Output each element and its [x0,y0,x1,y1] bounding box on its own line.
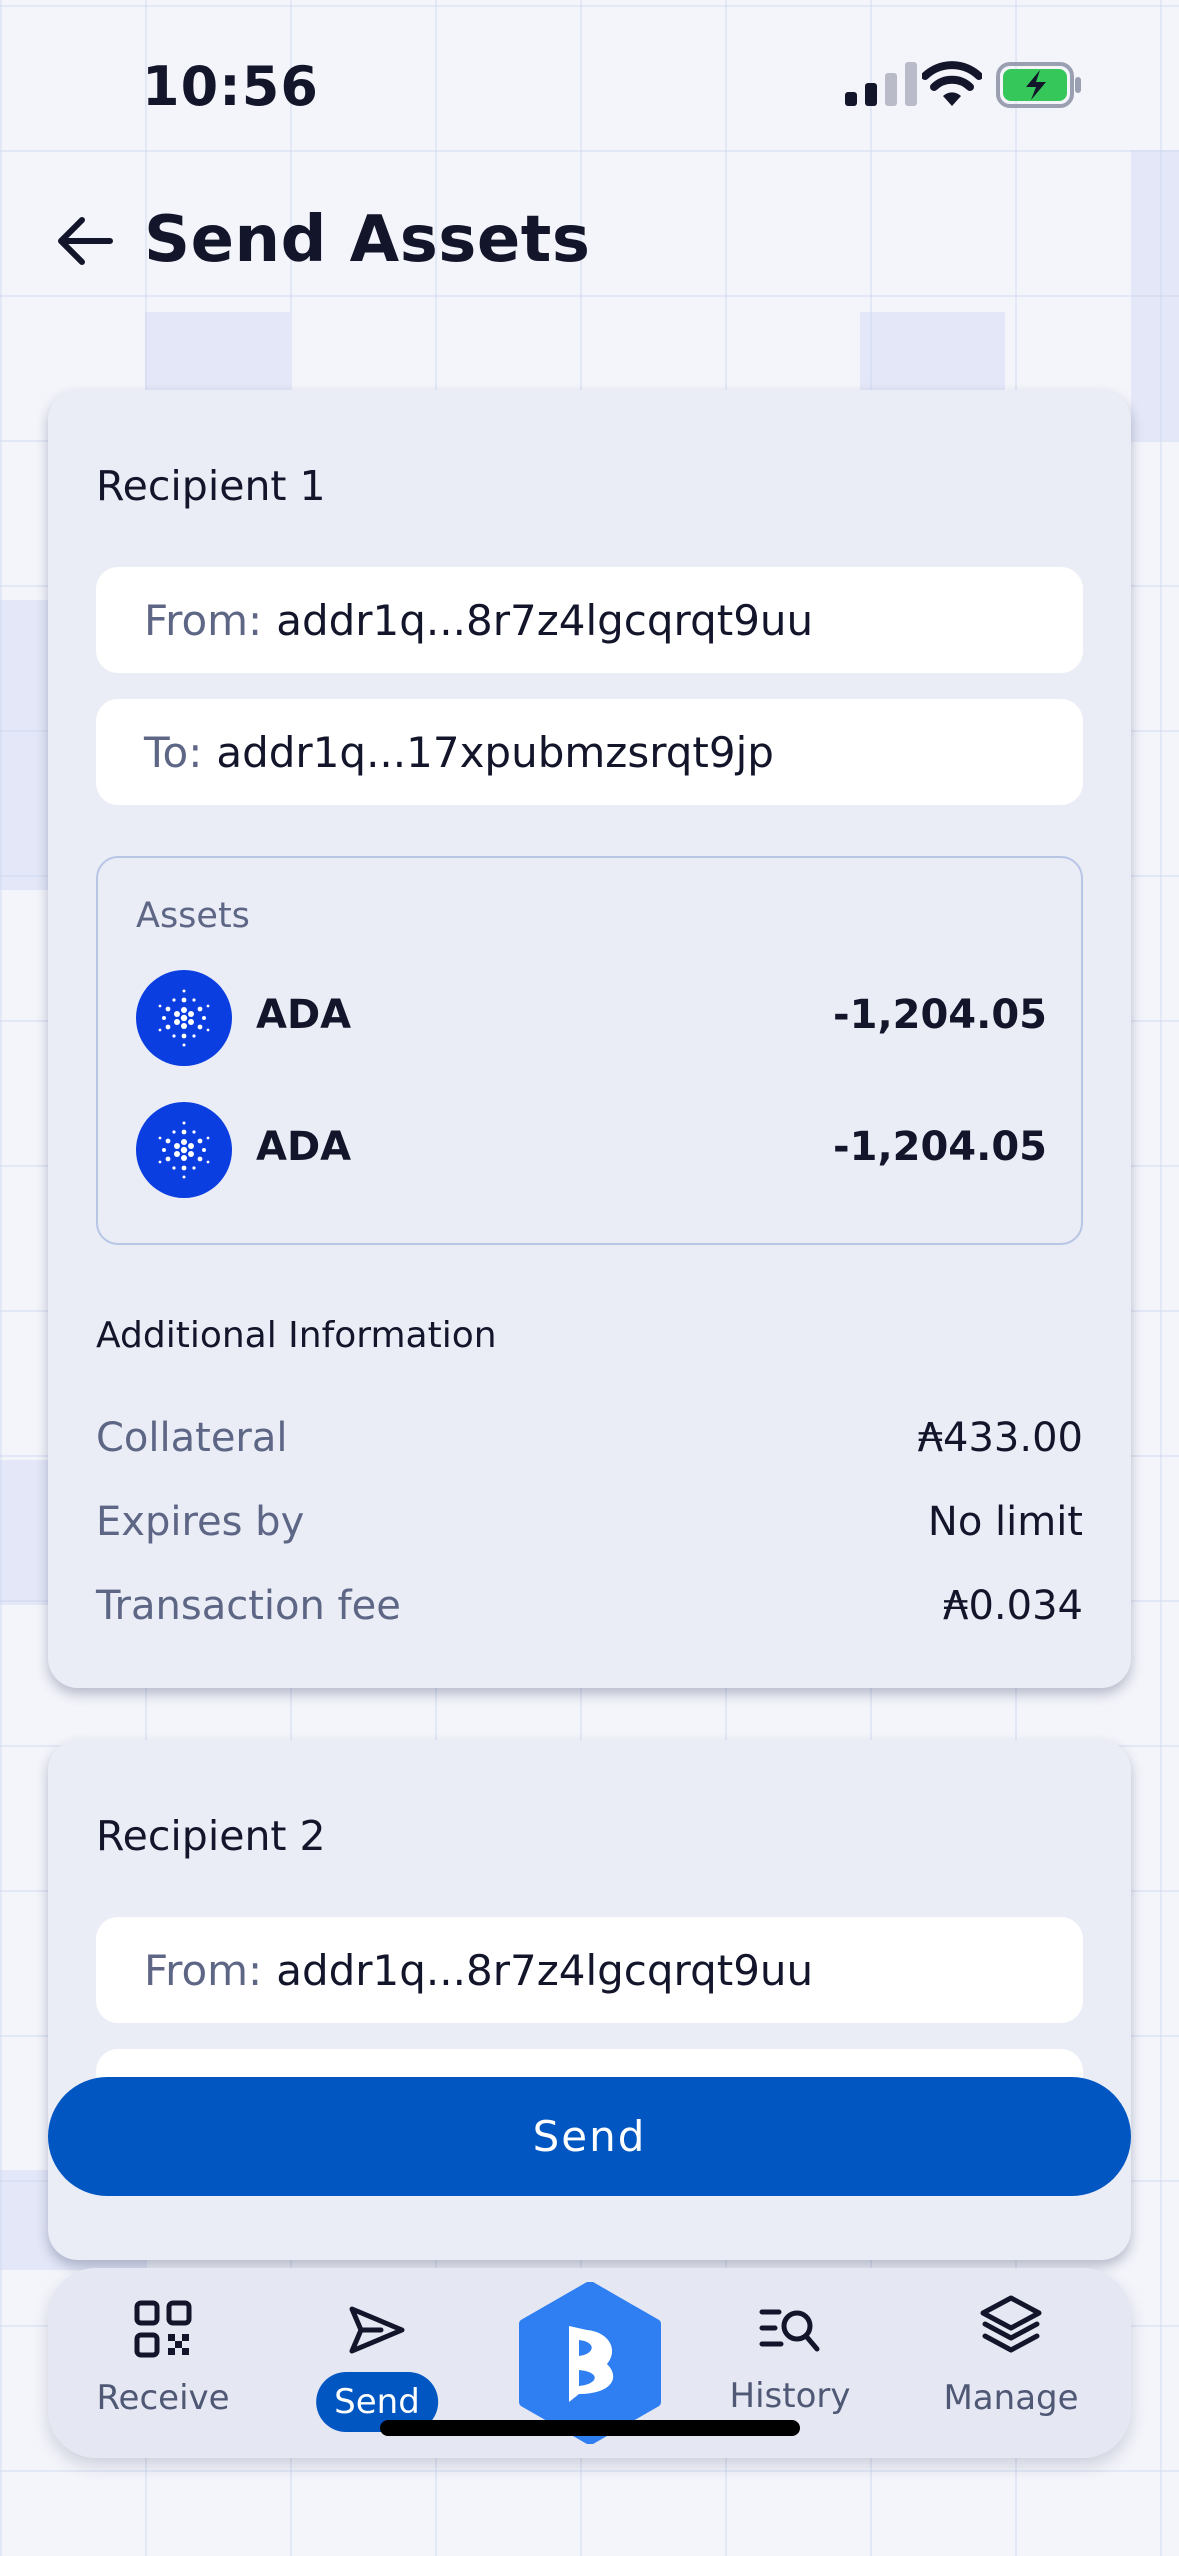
info-value: ₳433.00 [917,1415,1083,1461]
send-button[interactable]: Send [48,2077,1131,2196]
from-address: addr1q...8r7z4lgcqrqt9uu [276,595,814,645]
info-value: No limit [927,1499,1083,1545]
layers-icon [980,2295,1042,2353]
to-address-field[interactable]: To: addr1q...17xpubmzsrqt9jp [96,699,1083,805]
asset-row: ADA -1,204.05 [136,1102,1047,1198]
additional-info-title: Additional Information [96,1315,497,1356]
info-row-fee: Transaction fee ₳0.034 [96,1583,1083,1643]
tab-receive-label: Receive [96,2378,230,2418]
info-value: ₳0.034 [943,1583,1083,1629]
tab-manage[interactable]: Manage [911,2268,1111,2458]
back-arrow-icon[interactable] [54,210,116,272]
page-header: Send Assets [0,195,1179,295]
asset-row: ADA -1,204.05 [136,970,1047,1066]
cardano-icon [136,1102,232,1198]
tab-receive[interactable]: Receive [63,2268,263,2458]
to-address: addr1q...17xpubmzsrqt9jp [216,727,774,777]
from-label: From: [144,595,263,645]
recipient-title: Recipient 2 [96,1812,326,1860]
info-row-collateral: Collateral ₳433.00 [96,1415,1083,1475]
tab-history-label: History [729,2376,851,2416]
to-label: To: [144,727,203,777]
recipient-title: Recipient 1 [96,462,326,510]
asset-name: ADA [256,992,352,1038]
from-address: addr1q...8r7z4lgcqrqt9uu [276,1945,814,1995]
send-icon [349,2306,405,2354]
recipient-card: Recipient 1 From: addr1q...8r7z4lgcqrqt9… [48,390,1131,1688]
page-title: Send Assets [144,203,591,277]
assets-box: Assets ADA -1,204.05 ADA -1,204.05 [96,856,1083,1245]
qr-code-icon [134,2300,192,2358]
background-tile [0,600,48,890]
history-search-icon [759,2309,820,2352]
asset-amount: -1,204.05 [833,1124,1047,1170]
assets-title: Assets [136,896,250,936]
tab-manage-label: Manage [943,2378,1079,2418]
from-label: From: [144,1945,263,1995]
from-address-field[interactable]: From: addr1q...8r7z4lgcqrqt9uu [96,567,1083,673]
cardano-icon [136,970,232,1066]
background-tile [145,312,290,390]
wifi-icon [922,61,982,106]
asset-name: ADA [256,1124,352,1170]
from-address-field[interactable]: From: addr1q...8r7z4lgcqrqt9uu [96,1917,1083,2023]
asset-amount: -1,204.05 [833,992,1047,1038]
background-tile [0,1460,48,1605]
info-row-expires: Expires by No limit [96,1499,1083,1559]
info-label: Collateral [96,1415,288,1461]
home-indicator [380,2420,800,2436]
cellular-signal-icon [845,62,917,106]
battery-charging-icon [996,62,1081,108]
background-tile [1131,150,1179,440]
info-label: Transaction fee [96,1583,401,1629]
background-tile [860,312,1005,390]
status-time: 10:56 [142,55,319,118]
info-label: Expires by [96,1499,305,1545]
status-bar: 10:56 [0,0,1179,160]
